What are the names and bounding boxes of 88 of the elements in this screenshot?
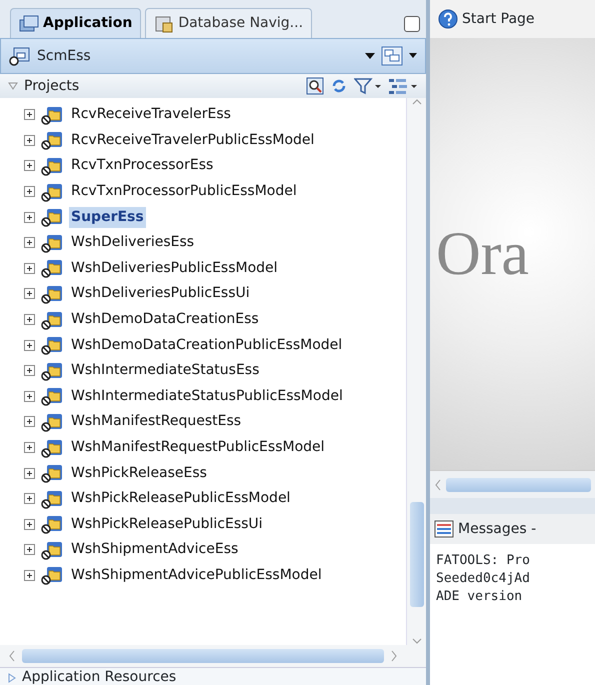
scroll-thumb[interactable] bbox=[410, 502, 424, 607]
application-selector[interactable]: ScmEss bbox=[0, 38, 426, 74]
expand-icon[interactable] bbox=[24, 365, 35, 376]
tree-item[interactable]: WshDeliveriesPublicEssModel bbox=[69, 258, 280, 279]
expand-icon[interactable] bbox=[24, 186, 35, 198]
tree-item[interactable]: RcvTxnProcessorEss bbox=[69, 155, 216, 176]
project-folder-icon bbox=[41, 156, 63, 176]
project-folder-icon bbox=[41, 540, 63, 560]
database-navigator-tab[interactable]: Database Navig... bbox=[145, 8, 312, 38]
expand-icon[interactable] bbox=[24, 340, 35, 351]
tree-item[interactable]: WshShipmentAdvicePublicEssModel bbox=[69, 564, 324, 586]
application-name: ScmEss bbox=[37, 46, 91, 66]
messages-log: FATOOLS: Pro Seeded0c4jAd ADE version bbox=[430, 544, 595, 685]
horizontal-scrollbar[interactable] bbox=[0, 645, 426, 667]
project-folder-icon bbox=[41, 284, 63, 304]
expand-icon[interactable] bbox=[24, 262, 35, 274]
scroll-right-icon[interactable] bbox=[390, 650, 398, 662]
tree-item[interactable]: WshIntermediateStatusEss bbox=[69, 360, 262, 382]
project-folder-icon bbox=[41, 310, 63, 330]
expand-icon[interactable] bbox=[24, 518, 35, 530]
dropdown-caret-icon[interactable] bbox=[409, 53, 417, 59]
section-title: Projects bbox=[24, 76, 80, 96]
tree-item[interactable]: WshIntermediateStatusPublicEssModel bbox=[69, 386, 345, 407]
tree-item[interactable]: RcvReceiveTravelerEss bbox=[69, 104, 233, 126]
project-folder-icon bbox=[41, 182, 63, 202]
tree-item[interactable]: WshShipmentAdviceEss bbox=[69, 539, 240, 560]
logo-text: Ora bbox=[435, 218, 529, 290]
expand-icon[interactable] bbox=[24, 468, 35, 479]
project-folder-icon bbox=[41, 360, 63, 381]
horizontal-scrollbar[interactable] bbox=[430, 470, 595, 498]
expand-icon[interactable] bbox=[24, 544, 35, 556]
project-folder-icon bbox=[41, 386, 63, 406]
database-icon bbox=[154, 14, 174, 32]
tree-item[interactable]: WshDeliveriesEss bbox=[69, 232, 196, 254]
tree-item[interactable]: WshDeliveriesPublicEssUi bbox=[69, 283, 252, 304]
filter-icon[interactable] bbox=[354, 77, 382, 95]
expand-icon[interactable] bbox=[24, 288, 35, 300]
expand-icon[interactable] bbox=[24, 493, 35, 504]
project-folder-icon bbox=[41, 412, 63, 432]
start-page-tab[interactable]: Start Page bbox=[430, 0, 595, 38]
search-icon[interactable] bbox=[306, 77, 324, 95]
minimize-button[interactable] bbox=[404, 16, 420, 32]
dropdown-caret-icon[interactable] bbox=[365, 52, 375, 60]
project-folder-icon bbox=[41, 258, 63, 278]
expand-icon[interactable] bbox=[24, 416, 35, 428]
project-folder-icon bbox=[41, 335, 63, 356]
project-folder-icon bbox=[41, 207, 63, 228]
scroll-left-icon[interactable] bbox=[8, 650, 16, 662]
vertical-scrollbar[interactable] bbox=[406, 98, 426, 645]
expand-icon[interactable] bbox=[24, 237, 35, 248]
tree-item[interactable]: WshManifestRequestPublicEssModel bbox=[69, 437, 327, 458]
scroll-down-icon[interactable] bbox=[412, 637, 422, 645]
expand-icon[interactable] bbox=[24, 442, 35, 454]
tree-item[interactable]: WshDemoDataCreationEss bbox=[69, 309, 261, 330]
refresh-icon[interactable] bbox=[330, 77, 348, 95]
tree-item[interactable]: WshManifestRequestEss bbox=[69, 411, 244, 432]
project-folder-icon bbox=[41, 463, 63, 484]
messages-tab[interactable]: Messages - bbox=[430, 514, 595, 544]
tree-options-icon[interactable] bbox=[388, 77, 418, 95]
expand-icon[interactable] bbox=[24, 160, 35, 172]
expand-icon[interactable] bbox=[24, 314, 35, 326]
tree-item[interactable]: WshPickReleasePublicEssModel bbox=[69, 488, 292, 510]
section-title: Application Resources bbox=[22, 668, 176, 685]
project-folder-icon bbox=[41, 488, 63, 509]
project-folder-icon bbox=[41, 232, 63, 253]
help-icon bbox=[438, 9, 458, 29]
tree-item[interactable]: WshPickReleasePublicEssUi bbox=[69, 514, 265, 535]
scroll-up-icon[interactable] bbox=[412, 98, 422, 106]
tree-item[interactable]: RcvTxnProcessorPublicEssModel bbox=[69, 181, 299, 202]
project-folder-icon bbox=[41, 514, 63, 534]
application-tab[interactable]: Application bbox=[10, 8, 142, 38]
view-icon[interactable] bbox=[381, 46, 403, 66]
project-folder-icon bbox=[41, 104, 63, 125]
expand-icon[interactable] bbox=[24, 212, 35, 223]
expand-icon[interactable] bbox=[24, 109, 35, 120]
expand-icon[interactable] bbox=[24, 134, 35, 146]
expand-icon[interactable] bbox=[24, 390, 35, 402]
project-folder-icon bbox=[41, 565, 63, 586]
tree-item[interactable]: WshDemoDataCreationPublicEssModel bbox=[69, 334, 344, 356]
expand-icon[interactable] bbox=[24, 570, 35, 581]
tree-item[interactable]: WshPickReleaseEss bbox=[69, 462, 209, 484]
application-icon bbox=[19, 14, 39, 32]
project-folder-icon bbox=[41, 438, 63, 458]
application-icon bbox=[9, 46, 31, 66]
project-folder-icon bbox=[41, 130, 63, 150]
log-icon bbox=[434, 520, 454, 538]
tree-item[interactable]: RcvReceiveTravelerPublicEssModel bbox=[69, 130, 316, 151]
tree-item[interactable]: SuperEss bbox=[69, 206, 146, 228]
